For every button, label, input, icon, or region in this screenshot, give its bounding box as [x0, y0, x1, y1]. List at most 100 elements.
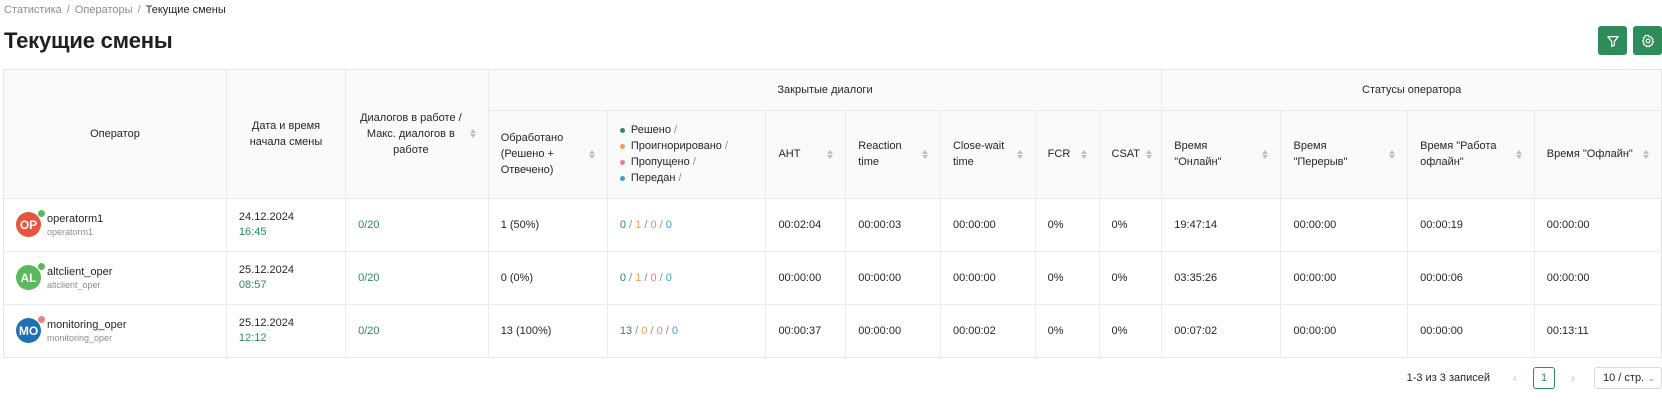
column-header-time-work-offline[interactable]: Время "Работа офлайн" [1407, 110, 1535, 199]
close-wait-time-cell: 00:00:00 [940, 198, 1036, 252]
time-break-cell: 00:00:00 [1280, 251, 1409, 305]
operator-login: monitoring_oper [47, 332, 113, 343]
pagination-total: 1-3 из 3 записей [1406, 372, 1490, 384]
dialog-results-cell: 0 / 1 / 0 / 0 [607, 251, 767, 305]
status-indicator [37, 262, 46, 271]
operator-name[interactable]: monitoring_oper [47, 318, 127, 332]
status-indicator [37, 209, 46, 218]
sort-icon[interactable] [469, 129, 476, 139]
reaction-time-cell: 00:00:03 [845, 198, 941, 252]
time-offline-cell: 00:13:11 [1546, 324, 1589, 337]
column-header-shift-start: Дата и время начала смены [226, 70, 347, 199]
breadcrumb-current: Текущие смены [145, 4, 226, 16]
column-header-fcr[interactable]: FCR [1035, 110, 1100, 199]
table-row: AL altclient_oper altclient_oper 25.12.2024… [4, 251, 1661, 305]
page-size-select[interactable]: 10 / стр. ⌄ [1594, 367, 1662, 389]
close-wait-time-cell: 00:00:02 [940, 304, 1036, 357]
time-break-cell: 00:00:00 [1280, 198, 1409, 252]
settings-button[interactable] [1633, 26, 1662, 55]
shift-start-cell: 25.12.2024 12:12 [226, 304, 347, 357]
dialogs-in-work-cell: 0/20 [345, 198, 489, 252]
sort-icon[interactable] [588, 149, 595, 159]
breadcrumb: Статистика / Операторы / Текущие смены [4, 4, 226, 16]
fcr-cell: 0% [1035, 304, 1100, 357]
sort-icon[interactable] [827, 149, 834, 159]
column-header-time-offline[interactable]: Время "Офлайн" [1534, 110, 1661, 199]
avatar: AL [16, 262, 46, 290]
csat-cell: 0% [1099, 304, 1163, 357]
sort-icon[interactable] [921, 149, 928, 159]
aht-cell: 00:00:00 [765, 251, 847, 305]
fcr-cell: 0% [1035, 251, 1100, 305]
sort-icon[interactable] [1146, 149, 1153, 159]
csat-cell: 0% [1099, 198, 1163, 252]
filter-icon [1606, 35, 1619, 47]
dot-icon [619, 175, 625, 181]
chevron-down-icon: ⌄ [1647, 372, 1655, 383]
column-header-dialogs-in-work[interactable]: Диалогов в работе / Макс. диалогов в раб… [345, 70, 489, 199]
sort-icon[interactable] [1643, 149, 1649, 159]
time-work-offline-cell: 00:00:06 [1407, 251, 1535, 305]
chevron-left-icon[interactable]: ‹ [1504, 367, 1526, 389]
breadcrumb-separator: / [137, 4, 141, 16]
avatar: MO [16, 315, 46, 344]
dot-icon [619, 143, 625, 149]
time-online-cell: 19:47:14 [1161, 198, 1282, 252]
column-header-dialog-results: Решено / Проигнорировано / Пропущено / Пере… [607, 110, 767, 199]
aht-cell: 00:02:04 [765, 198, 847, 252]
legend-item-resolved: Решено / [619, 122, 754, 138]
column-header-reaction-time[interactable]: Reaction time [845, 110, 941, 199]
sort-icon[interactable] [1515, 149, 1522, 159]
shift-start-cell: 25.12.2024 08:57 [226, 251, 347, 305]
legend-item-missed: Пропущено / [619, 154, 754, 170]
column-header-aht[interactable]: AHT [765, 110, 847, 199]
column-header-time-break[interactable]: Время "Перерыв" [1280, 110, 1409, 199]
dot-icon [619, 159, 625, 165]
processed-cell: 13 (100%) [488, 304, 608, 357]
operator-name[interactable]: altclient_oper [47, 265, 112, 279]
operator-cell: MO monitoring_oper monitoring_oper [4, 304, 227, 357]
chevron-right-icon[interactable]: › [1562, 367, 1584, 389]
time-work-offline-cell: 00:00:00 [1407, 304, 1535, 357]
column-header-time-online[interactable]: Время "Онлайн" [1161, 110, 1282, 199]
column-header-operator: Оператор [4, 70, 227, 199]
time-online-cell: 00:07:02 [1161, 304, 1282, 357]
time-online-cell: 03:35:26 [1161, 251, 1282, 305]
aht-cell: 00:00:37 [765, 304, 847, 357]
sort-icon[interactable] [1016, 149, 1023, 159]
shift-start-cell: 24.12.2024 16:45 [226, 198, 347, 252]
page-size-value: 10 / стр. [1603, 372, 1645, 384]
avatar: OP [16, 209, 46, 237]
table-row: MO monitoring_oper monitoring_oper 25.12.20… [4, 304, 1661, 357]
table-row: OP operatorm1 operatorm1 24.12.2024 16:45 0/2… [4, 198, 1661, 252]
time-work-offline-cell: 00:00:19 [1407, 198, 1535, 252]
sort-icon[interactable] [1262, 149, 1269, 159]
group-header-operator-statuses: Статусы оператора [1161, 70, 1661, 111]
breadcrumb-link-statistics[interactable]: Статистика [4, 4, 62, 16]
status-indicator [37, 315, 46, 325]
breadcrumb-link-operators[interactable]: Операторы [75, 4, 133, 16]
page-button-1[interactable]: 1 [1533, 367, 1555, 389]
column-header-close-wait-time[interactable]: Close-wait time [940, 110, 1036, 199]
filter-button[interactable] [1598, 26, 1627, 55]
operator-name[interactable]: operatorm1 [47, 212, 103, 226]
toolbar [1598, 26, 1662, 55]
dialog-results-cell: 13 / 0 / 0 / 0 [607, 304, 767, 357]
column-header-processed[interactable]: Обработано (Решено + Отвечено) [488, 110, 608, 199]
processed-cell: 1 (50%) [488, 198, 608, 252]
legend-item-ignored: Проигнорировано / [619, 138, 754, 154]
dot-icon [619, 127, 625, 133]
sort-icon[interactable] [1389, 149, 1396, 159]
column-header-csat[interactable]: CSAT [1099, 110, 1163, 199]
time-offline-cell: 00:00:00 [1534, 198, 1661, 252]
fcr-cell: 0% [1035, 198, 1100, 252]
dialogs-in-work-cell: 0/20 [345, 304, 489, 357]
operator-cell: AL altclient_oper altclient_oper [4, 251, 227, 305]
csat-cell: 0% [1099, 251, 1163, 305]
sort-icon[interactable] [1080, 149, 1087, 159]
page-title: Текущие смены [4, 28, 173, 53]
breadcrumb-separator: / [66, 4, 70, 16]
operator-cell: OP operatorm1 operatorm1 [4, 198, 227, 252]
reaction-time-cell: 00:00:00 [845, 251, 941, 305]
shifts-table: Оператор Дата и время начала смены Диало… [3, 69, 1662, 358]
